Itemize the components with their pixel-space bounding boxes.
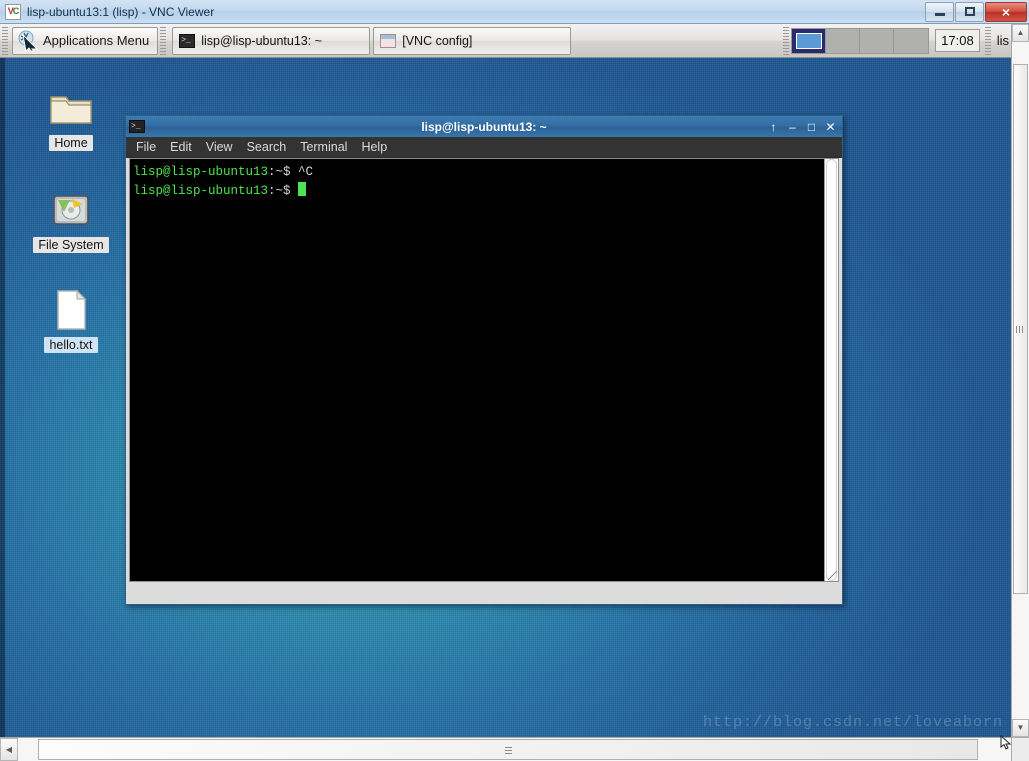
- shade-icon[interactable]: ↑: [768, 121, 779, 133]
- task-button-label: [VNC config]: [402, 33, 473, 48]
- terminal-screen[interactable]: lisp@lisp-ubuntu13:~$ ^C lisp@lisp-ubunt…: [130, 159, 824, 581]
- horizontal-scroll-track[interactable]: [18, 738, 1011, 761]
- vnc-logo-c: C: [12, 6, 19, 16]
- drive-icon: [47, 186, 95, 234]
- menu-view[interactable]: View: [206, 140, 233, 154]
- panel-right-group: 17:08 lis: [778, 26, 1009, 56]
- prompt-path: :~$: [268, 165, 291, 179]
- viewer-horizontal-scrollbar[interactable]: ◀ ▶: [0, 737, 1029, 761]
- menu-terminal[interactable]: Terminal: [300, 140, 347, 154]
- prompt-user: lisp@lisp-ubuntu13: [133, 165, 269, 179]
- terminal-scrollbar[interactable]: [824, 159, 838, 581]
- desktop-icon-label: File System: [33, 237, 109, 253]
- close-icon[interactable]: ✕: [825, 121, 836, 133]
- panel-handle-pager[interactable]: [783, 26, 790, 55]
- window-controls: ×: [924, 1, 1027, 23]
- terminal-line: lisp@lisp-ubuntu13:~$: [133, 182, 824, 201]
- panel-handle-right[interactable]: [984, 26, 991, 55]
- folder-icon: [47, 84, 95, 132]
- workspace-2[interactable]: [826, 28, 861, 53]
- maximize-icon[interactable]: □: [806, 121, 817, 133]
- terminal-text: ^C: [290, 165, 314, 179]
- terminal-window-icon: >_: [129, 120, 145, 133]
- watermark-text: http://blog.csdn.net/loveaborn: [702, 714, 1003, 731]
- maximize-button[interactable]: [955, 1, 984, 22]
- menu-edit[interactable]: Edit: [170, 140, 192, 154]
- minimize-icon: [934, 13, 945, 16]
- vnc-viewer-window: VC lisp-ubuntu13:1 (lisp) - VNC Viewer ×…: [0, 0, 1029, 761]
- terminal-line: lisp@lisp-ubuntu13:~$ ^C: [133, 163, 824, 182]
- terminal-menubar: File Edit View Search Terminal Help: [126, 137, 842, 158]
- window-icon: [380, 33, 397, 48]
- terminal-body[interactable]: lisp@lisp-ubuntu13:~$ ^C lisp@lisp-ubunt…: [129, 158, 839, 582]
- desktop-icon-file-system[interactable]: File System: [28, 186, 114, 253]
- task-list: >_ lisp@lisp-ubuntu13: ~ [VNC config]: [172, 26, 778, 56]
- scroll-up-button[interactable]: ▲: [1012, 24, 1029, 42]
- viewer-title: lisp-ubuntu13:1 (lisp) - VNC Viewer: [27, 4, 215, 19]
- scroll-grip-icon: [1016, 325, 1025, 333]
- desktop-icon-label: hello.txt: [44, 337, 98, 353]
- task-button-terminal[interactable]: >_ lisp@lisp-ubuntu13: ~: [172, 26, 371, 55]
- workspace-3[interactable]: [860, 28, 895, 53]
- scroll-down-button[interactable]: ▼: [1012, 719, 1029, 737]
- terminal-window[interactable]: >_ lisp@lisp-ubuntu13: ~ ↑ – □ ✕ File Ed…: [125, 115, 843, 605]
- viewer-vertical-scrollbar[interactable]: ▲ ▼: [1011, 24, 1029, 737]
- workspace-switcher[interactable]: [791, 27, 930, 54]
- task-button-vnc-config[interactable]: [VNC config]: [373, 26, 572, 55]
- close-icon: ×: [1001, 3, 1011, 20]
- menu-search[interactable]: Search: [247, 140, 287, 154]
- menu-help[interactable]: Help: [361, 140, 387, 154]
- scroll-left-button[interactable]: ◀: [0, 738, 18, 761]
- xfce-panel: Applications Menu >_ lisp@lisp-ubuntu13:…: [0, 24, 1011, 58]
- prompt-user: lisp@lisp-ubuntu13: [133, 184, 269, 198]
- prompt-path: :~$: [268, 184, 291, 198]
- panel-clock[interactable]: 17:08: [935, 29, 980, 52]
- minimize-button[interactable]: [925, 1, 954, 22]
- close-button[interactable]: ×: [985, 1, 1027, 22]
- terminal-title: lisp@lisp-ubuntu13: ~: [421, 119, 547, 134]
- menu-file[interactable]: File: [136, 140, 156, 154]
- desktop-icon-home[interactable]: Home: [28, 84, 114, 151]
- terminal-window-buttons: ↑ – □ ✕: [768, 121, 839, 133]
- desktop-left-edge: [0, 24, 5, 737]
- vnc-logo-icon: VC: [5, 3, 21, 20]
- panel-handle-left[interactable]: [2, 26, 8, 55]
- applications-menu-button[interactable]: Applications Menu: [12, 26, 159, 55]
- desktop-icon-label: Home: [49, 135, 93, 151]
- desktop-icon-hello-txt[interactable]: hello.txt: [28, 286, 114, 353]
- panel-tail-text: lis: [996, 33, 1009, 48]
- minimize-icon[interactable]: –: [787, 121, 798, 133]
- panel-handle-tasklist[interactable]: [160, 26, 167, 55]
- workspace-4[interactable]: [894, 28, 929, 53]
- viewer-titlebar[interactable]: VC lisp-ubuntu13:1 (lisp) - VNC Viewer ×: [0, 0, 1029, 24]
- terminal-titlebar[interactable]: >_ lisp@lisp-ubuntu13: ~ ↑ – □ ✕: [126, 116, 842, 137]
- workspace-1[interactable]: [792, 28, 827, 53]
- terminal-scrollbar-thumb[interactable]: [826, 159, 837, 581]
- vertical-scroll-thumb[interactable]: [1013, 64, 1028, 594]
- maximize-icon: [964, 7, 975, 16]
- text-file-icon: [47, 286, 95, 334]
- terminal-icon: >_: [179, 33, 196, 48]
- horizontal-scroll-thumb[interactable]: [38, 739, 978, 760]
- scrollbar-corner: [1011, 737, 1029, 761]
- applications-menu-label: Applications Menu: [43, 33, 150, 48]
- task-button-label: lisp@lisp-ubuntu13: ~: [201, 33, 322, 48]
- remote-desktop[interactable]: http://blog.csdn.net/loveaborn Home File…: [0, 24, 1011, 737]
- terminal-cursor: [298, 182, 307, 196]
- terminal-resize-grip[interactable]: [828, 571, 837, 580]
- scroll-grip-icon: [504, 745, 512, 754]
- vertical-scroll-track[interactable]: [1012, 42, 1029, 719]
- mouse-cursor-icon: [17, 30, 39, 52]
